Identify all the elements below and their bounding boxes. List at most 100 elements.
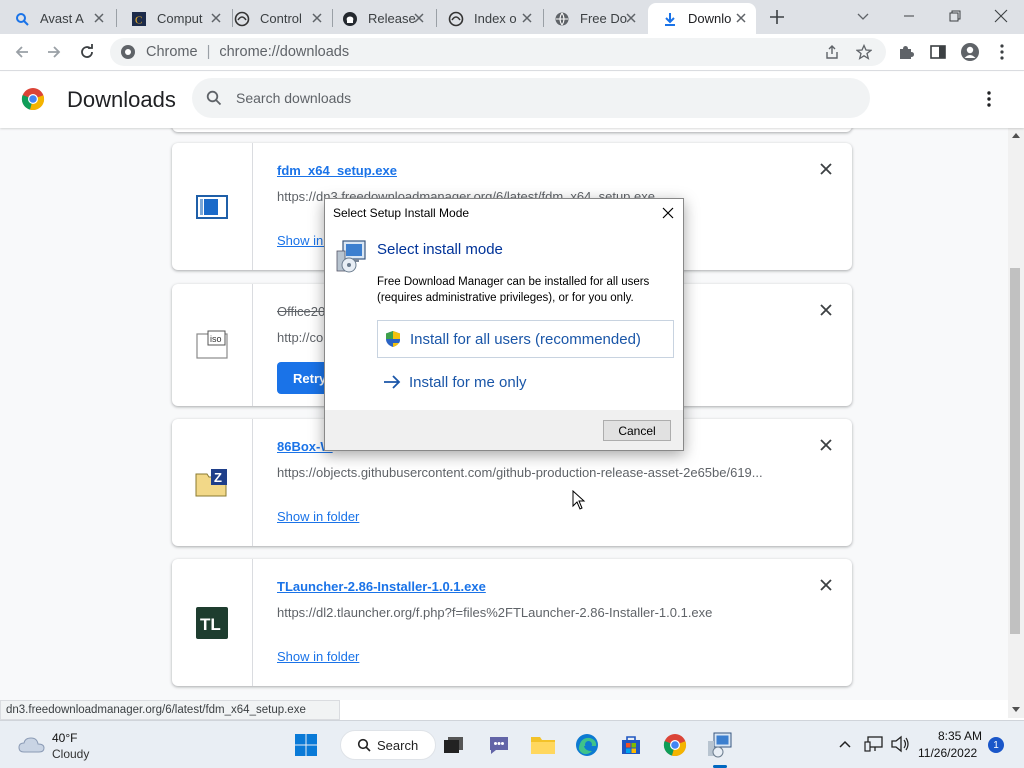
installer-file-icon — [196, 194, 228, 219]
network-icon[interactable] — [864, 735, 884, 753]
tab-index[interactable]: Index o — [434, 3, 542, 34]
taskbar-search-label: Search — [377, 737, 419, 753]
dialog-title: Select Setup Install Mode — [333, 206, 470, 220]
cancel-button[interactable]: Cancel — [603, 420, 671, 441]
chat-icon — [490, 737, 508, 754]
bookmark-star-icon[interactable] — [856, 44, 872, 60]
close-window-icon[interactable] — [991, 6, 1011, 26]
search-placeholder: Search downloads — [236, 90, 352, 106]
setup-computer-icon — [336, 240, 366, 273]
kebab-menu-icon — [1000, 44, 1004, 60]
profile-button[interactable] — [960, 42, 980, 62]
restore-icon[interactable] — [945, 6, 965, 26]
setup-computer-icon — [708, 732, 732, 758]
chrome-menu-button[interactable] — [992, 42, 1012, 62]
reload-button[interactable] — [77, 42, 97, 62]
show-in-folder-link[interactable]: Show in folder — [277, 649, 359, 664]
reload-icon — [81, 44, 93, 58]
remove-download-icon[interactable] — [820, 163, 832, 175]
chrome-taskbar-button[interactable] — [661, 731, 689, 759]
dialog-close-icon[interactable] — [661, 206, 675, 220]
volume-icon[interactable] — [890, 735, 910, 753]
install-me-only-option[interactable]: Install for me only — [377, 363, 674, 401]
close-tab-icon[interactable] — [412, 11, 426, 25]
remove-download-icon[interactable] — [820, 579, 832, 591]
tab-downloads[interactable]: Downlo — [648, 3, 756, 34]
tab-release[interactable]: Release — [328, 3, 434, 34]
avatar-icon — [961, 43, 979, 61]
close-tab-icon[interactable] — [92, 11, 106, 25]
weather-temperature[interactable]: 40°F — [52, 731, 77, 745]
crane-icon — [448, 11, 464, 27]
file-name-link[interactable]: fdm_x64_setup.exe — [277, 163, 397, 178]
task-view-button[interactable] — [440, 731, 468, 759]
install-all-users-label: Install for all users (recommended) — [410, 330, 641, 348]
back-button[interactable] — [12, 42, 32, 62]
setup-taskbar-button[interactable] — [706, 731, 734, 759]
file-name-link[interactable]: TLauncher-2.86-Installer-1.0.1.exe — [277, 579, 486, 594]
extensions-button[interactable] — [896, 42, 916, 62]
task-view-icon — [444, 737, 463, 753]
start-button[interactable] — [292, 731, 320, 759]
page-title: Downloads — [67, 87, 176, 112]
remove-download-icon[interactable] — [820, 439, 832, 451]
search-icon — [206, 90, 222, 106]
close-tab-icon[interactable] — [310, 11, 324, 25]
tab-search-chevron-icon[interactable] — [853, 6, 873, 26]
tab-control[interactable]: Control — [220, 3, 332, 34]
side-panel-button[interactable] — [928, 42, 948, 62]
close-tab-icon[interactable] — [624, 11, 638, 25]
show-in-folder-link[interactable]: Show in folder — [277, 509, 359, 524]
site-label: Chrome — [146, 44, 198, 60]
globe-icon — [554, 11, 570, 27]
scroll-down-icon[interactable] — [1011, 706, 1021, 714]
edge-icon — [576, 734, 598, 756]
mouse-cursor-icon — [572, 490, 586, 510]
store-icon — [622, 736, 640, 754]
close-tab-icon[interactable] — [734, 11, 748, 25]
svg-text:TL: TL — [200, 615, 221, 634]
close-tab-icon[interactable] — [520, 11, 534, 25]
tab-label: Index o — [474, 11, 517, 26]
search-icon — [357, 738, 371, 752]
downloads-header: Downloads Search downloads — [0, 72, 1024, 128]
forward-button[interactable] — [44, 42, 64, 62]
notification-badge[interactable]: 1 — [988, 737, 1004, 753]
edge-button[interactable] — [573, 731, 601, 759]
search-downloads-input[interactable]: Search downloads — [192, 78, 870, 118]
file-name-failed: Office20 — [277, 304, 326, 319]
weather-description[interactable]: Cloudy — [52, 747, 89, 761]
file-explorer-button[interactable] — [529, 731, 557, 759]
chrome-site-icon — [121, 45, 135, 59]
clock-date[interactable]: 11/26/2022 — [918, 746, 977, 760]
clock-time[interactable]: 8:35 AM — [920, 729, 982, 743]
downloads-menu-icon[interactable] — [986, 90, 992, 108]
teams-chat-button[interactable] — [485, 731, 513, 759]
chevron-up-icon[interactable] — [838, 739, 852, 749]
store-button[interactable] — [617, 731, 645, 759]
minimize-icon[interactable] — [899, 6, 919, 26]
svg-text:C: C — [135, 14, 142, 26]
tab-avast[interactable]: Avast A — [0, 3, 114, 34]
chrome-logo-icon — [21, 88, 45, 111]
install-all-users-option[interactable]: Install for all users (recommended) — [377, 320, 674, 358]
download-icon — [662, 11, 678, 27]
taskbar-search[interactable]: Search — [340, 730, 436, 760]
tab-label: Downlo — [688, 11, 732, 26]
tab-computer[interactable]: C Comput — [117, 3, 231, 34]
windows-taskbar: 40°F Cloudy Search 8:35 AM 11/26/2022 1 — [0, 720, 1024, 768]
new-tab-plus-icon[interactable] — [766, 6, 788, 28]
tab-free-download[interactable]: Free Do — [540, 3, 646, 34]
setup-install-mode-dialog: Select Setup Install Mode Select install… — [324, 198, 684, 451]
dialog-description: Free Download Manager can be installed f… — [377, 276, 650, 304]
remove-download-icon[interactable] — [820, 304, 832, 316]
address-bar[interactable]: Chrome | chrome://downloads — [110, 38, 886, 66]
github-icon — [342, 11, 358, 27]
browser-toolbar: Chrome | chrome://downloads — [0, 34, 1024, 71]
zip-archive-icon: Z — [195, 468, 227, 496]
scroll-up-icon[interactable] — [1011, 131, 1021, 139]
share-icon[interactable] — [824, 44, 840, 60]
scroll-thumb[interactable] — [1010, 268, 1020, 634]
page-scrollbar[interactable] — [1008, 128, 1024, 718]
forward-arrow-icon — [48, 46, 61, 58]
